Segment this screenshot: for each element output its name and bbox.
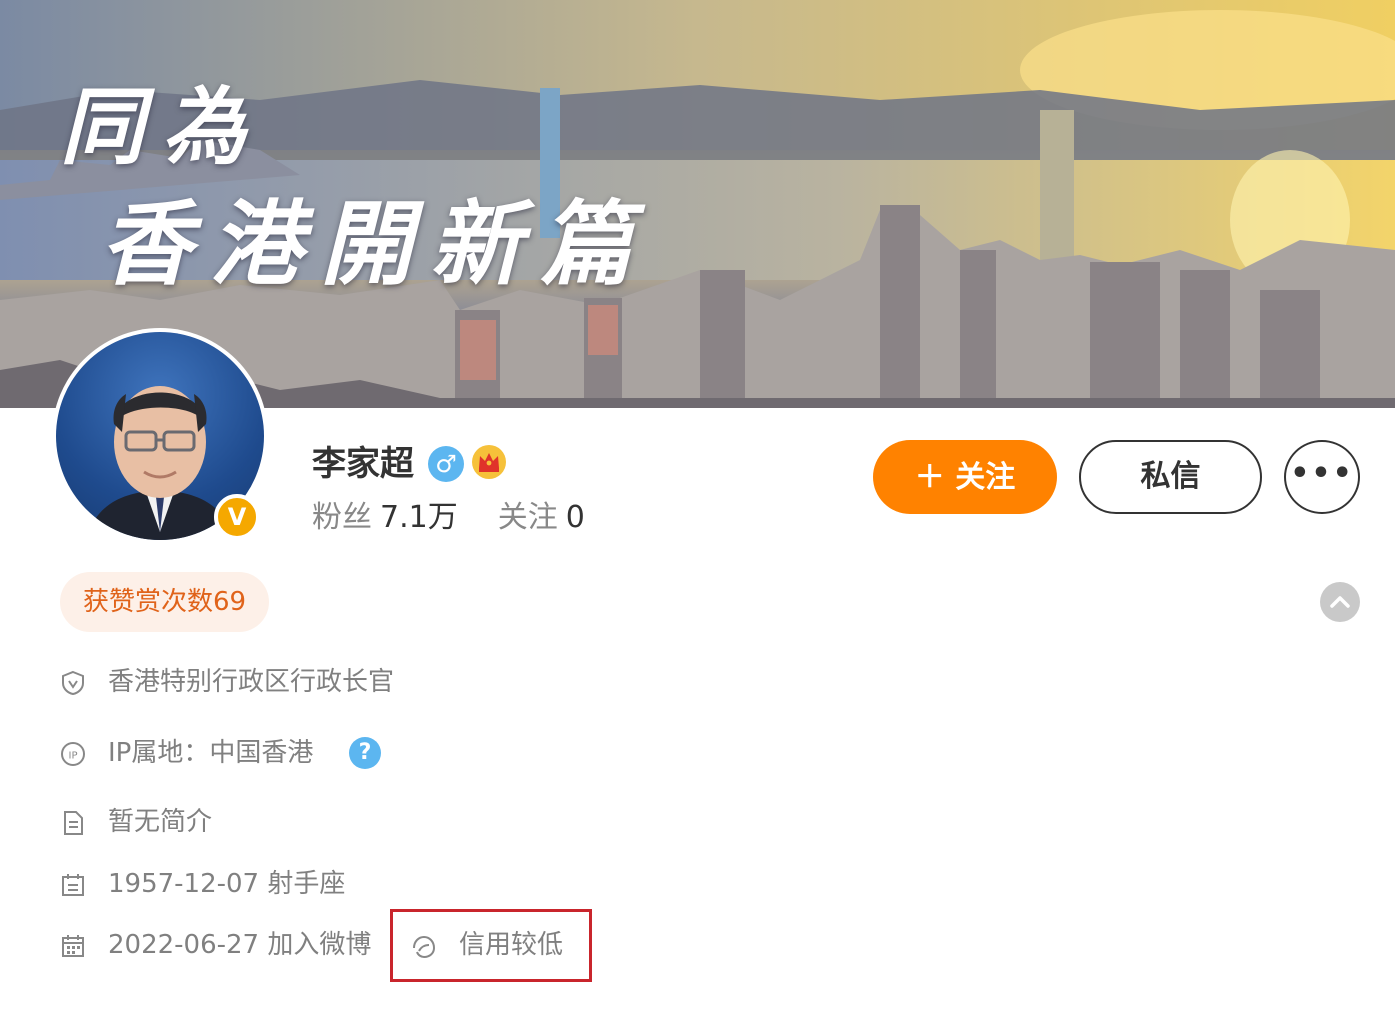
info-joined-text: 2022-06-27 加入微博 — [108, 930, 372, 960]
following-label: 关注 — [497, 500, 558, 535]
credit-text: 信用较低 — [459, 930, 564, 960]
more-dots-icon: ••• — [1290, 456, 1354, 491]
help-icon[interactable]: ? — [349, 737, 381, 769]
document-icon — [64, 811, 83, 835]
info-title-text: 香港特别行政区行政长官 — [108, 667, 395, 697]
following-stat[interactable]: 关注 0 — [498, 500, 585, 535]
svg-text:IP: IP — [69, 751, 78, 762]
shield-v-icon — [62, 670, 84, 696]
cover-title-line2: 香港開新篇 — [100, 190, 651, 298]
credit-highlight-box[interactable]: 信用较低 — [390, 909, 592, 982]
fans-stat[interactable]: 粉丝 7.1万 — [312, 500, 458, 535]
ip-icon: IP — [61, 742, 85, 766]
info-birthday-text: 1957-12-07 射手座 — [108, 869, 346, 899]
reward-count-badge[interactable]: 获赞赏次数69 — [60, 572, 269, 632]
more-button[interactable]: ••• — [1284, 440, 1360, 514]
info-bio-text: 暂无简介 — [108, 807, 213, 837]
info-ip-text: IP属地：中国香港 — [108, 738, 314, 768]
user-name: 李家超 — [312, 444, 414, 484]
cover-title-line1: 同為 — [60, 77, 265, 176]
follow-button[interactable]: ＋ 关注 — [873, 440, 1057, 514]
calendar-grid-icon — [62, 935, 84, 957]
gender-male-icon: ♂ — [428, 446, 464, 482]
calendar-icon — [62, 874, 84, 896]
credit-leaf-icon — [413, 935, 436, 959]
profile-stats: 粉丝 7.1万 关注 0 — [312, 496, 585, 540]
verified-v-icon: V — [214, 494, 260, 540]
profile-page: 同為 香港開新篇 V 李家超 ♂ 粉丝 7.1万 关注 0 ＋ 关注 私信 ••… — [0, 0, 1395, 1032]
message-button[interactable]: 私信 — [1079, 440, 1262, 514]
crown-icon[interactable] — [471, 444, 507, 480]
following-count: 0 — [565, 500, 585, 535]
chevron-up-icon — [1330, 596, 1350, 608]
collapse-button[interactable] — [1320, 582, 1360, 622]
fans-count: 7.1万 — [380, 500, 458, 535]
fans-label: 粉丝 — [312, 500, 372, 535]
